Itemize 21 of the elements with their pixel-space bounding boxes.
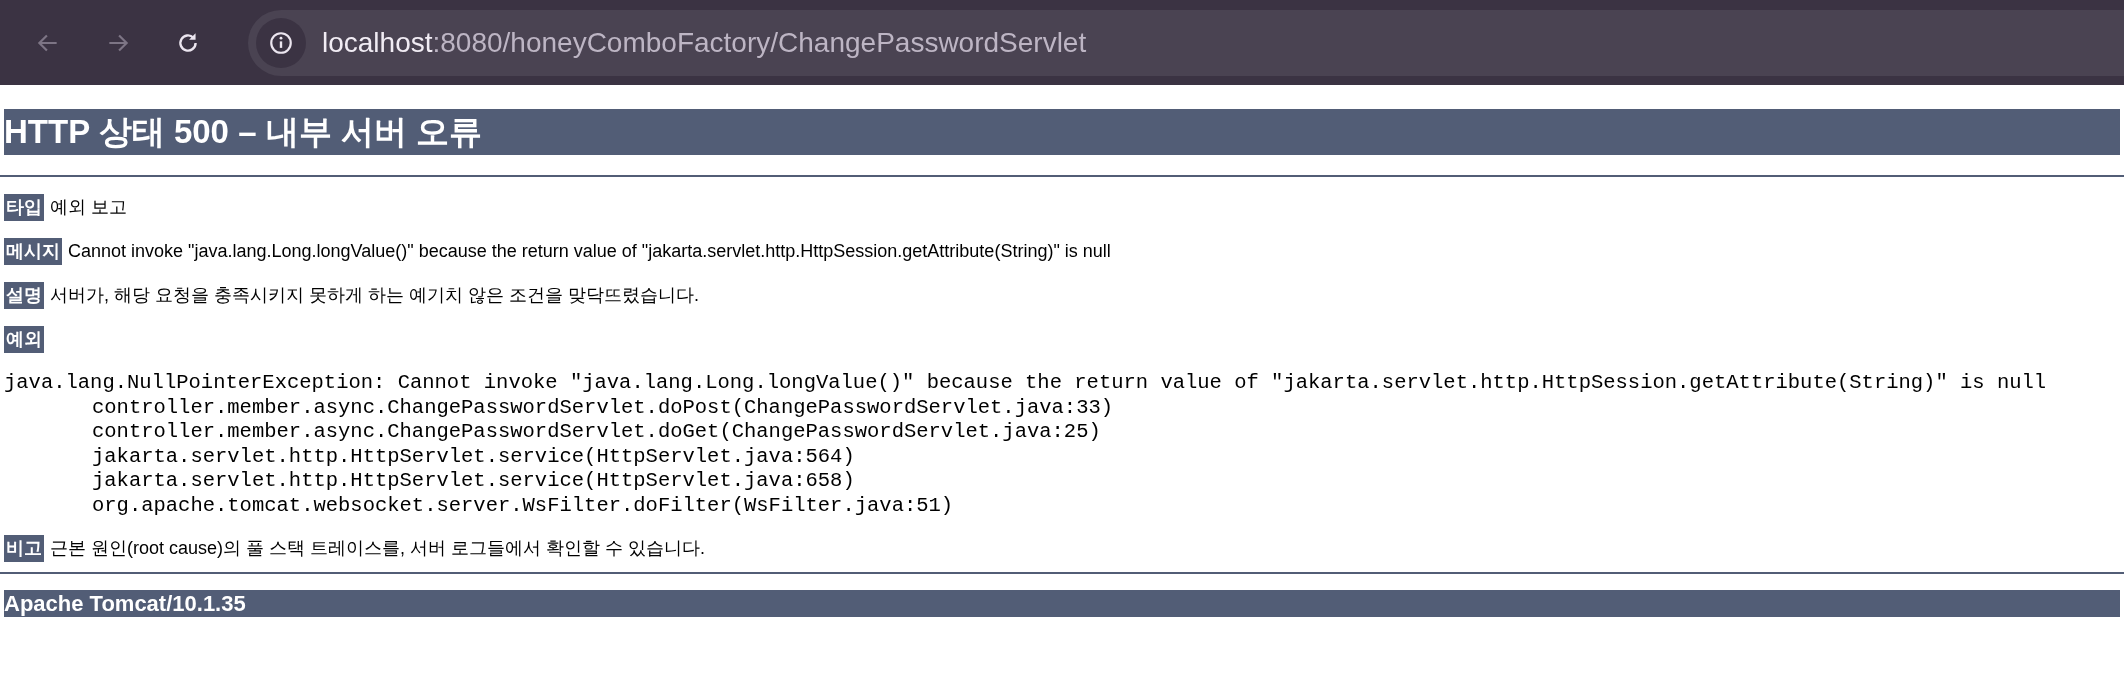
field-label: 비고	[4, 535, 44, 562]
page-heading: HTTP 상태 500 – 내부 서버 오류	[4, 109, 2120, 155]
field-text: 예외 보고	[50, 196, 127, 219]
field-text: Cannot invoke "java.lang.Long.longValue()" because the return value of "jakarta.servlet.http.HttpSession.getAttribute(String)" is null	[68, 240, 1111, 263]
address-bar[interactable]: localhost:8080/honeyComboFactory/ChangePasswordServlet	[248, 9, 2124, 76]
stack-frame: controller.member.async.ChangePasswordServlet.doPost(ChangePasswordServlet.java:33)	[4, 395, 2120, 420]
site-info-button[interactable]	[256, 17, 306, 68]
server-version: Apache Tomcat/10.1.35	[4, 590, 2120, 617]
stack-frame: jakarta.servlet.http.HttpServlet.service(HttpServlet.java:564)	[4, 444, 2120, 469]
stack-frame: org.apache.tomcat.websocket.server.WsFilter.doFilter(WsFilter.java:51)	[4, 493, 2120, 518]
field-text: 서버가, 해당 요청을 충족시키지 못하게 하는 예기치 않은 조건을 맞닥뜨렸습니다.	[50, 284, 699, 307]
info-icon	[268, 29, 294, 56]
url-text: localhost:8080/honeyComboFactory/ChangePasswordServlet	[322, 26, 1087, 59]
stack-frame: jakarta.servlet.http.HttpServlet.service(HttpServlet.java:658)	[4, 469, 2120, 494]
field-text: 근본 원인(root cause)의 풀 스택 트레이스를, 서버 로그들에서 확인할 수 있습니다.	[50, 537, 706, 560]
field-label: 예외	[4, 326, 44, 353]
field-label: 타입	[4, 194, 44, 221]
exception-line: java.lang.NullPointerException: Cannot invoke "java.lang.Long.longValue()" because the return value of "jakarta.servlet.http.HttpSession.getAttribute(String)" is null	[4, 371, 2048, 396]
field-label: 설명	[4, 282, 44, 309]
field-label: 메시지	[4, 238, 62, 265]
stack-frame: controller.member.async.ChangePasswordServlet.doGet(ChangePasswordServlet.java:25)	[4, 420, 2120, 445]
